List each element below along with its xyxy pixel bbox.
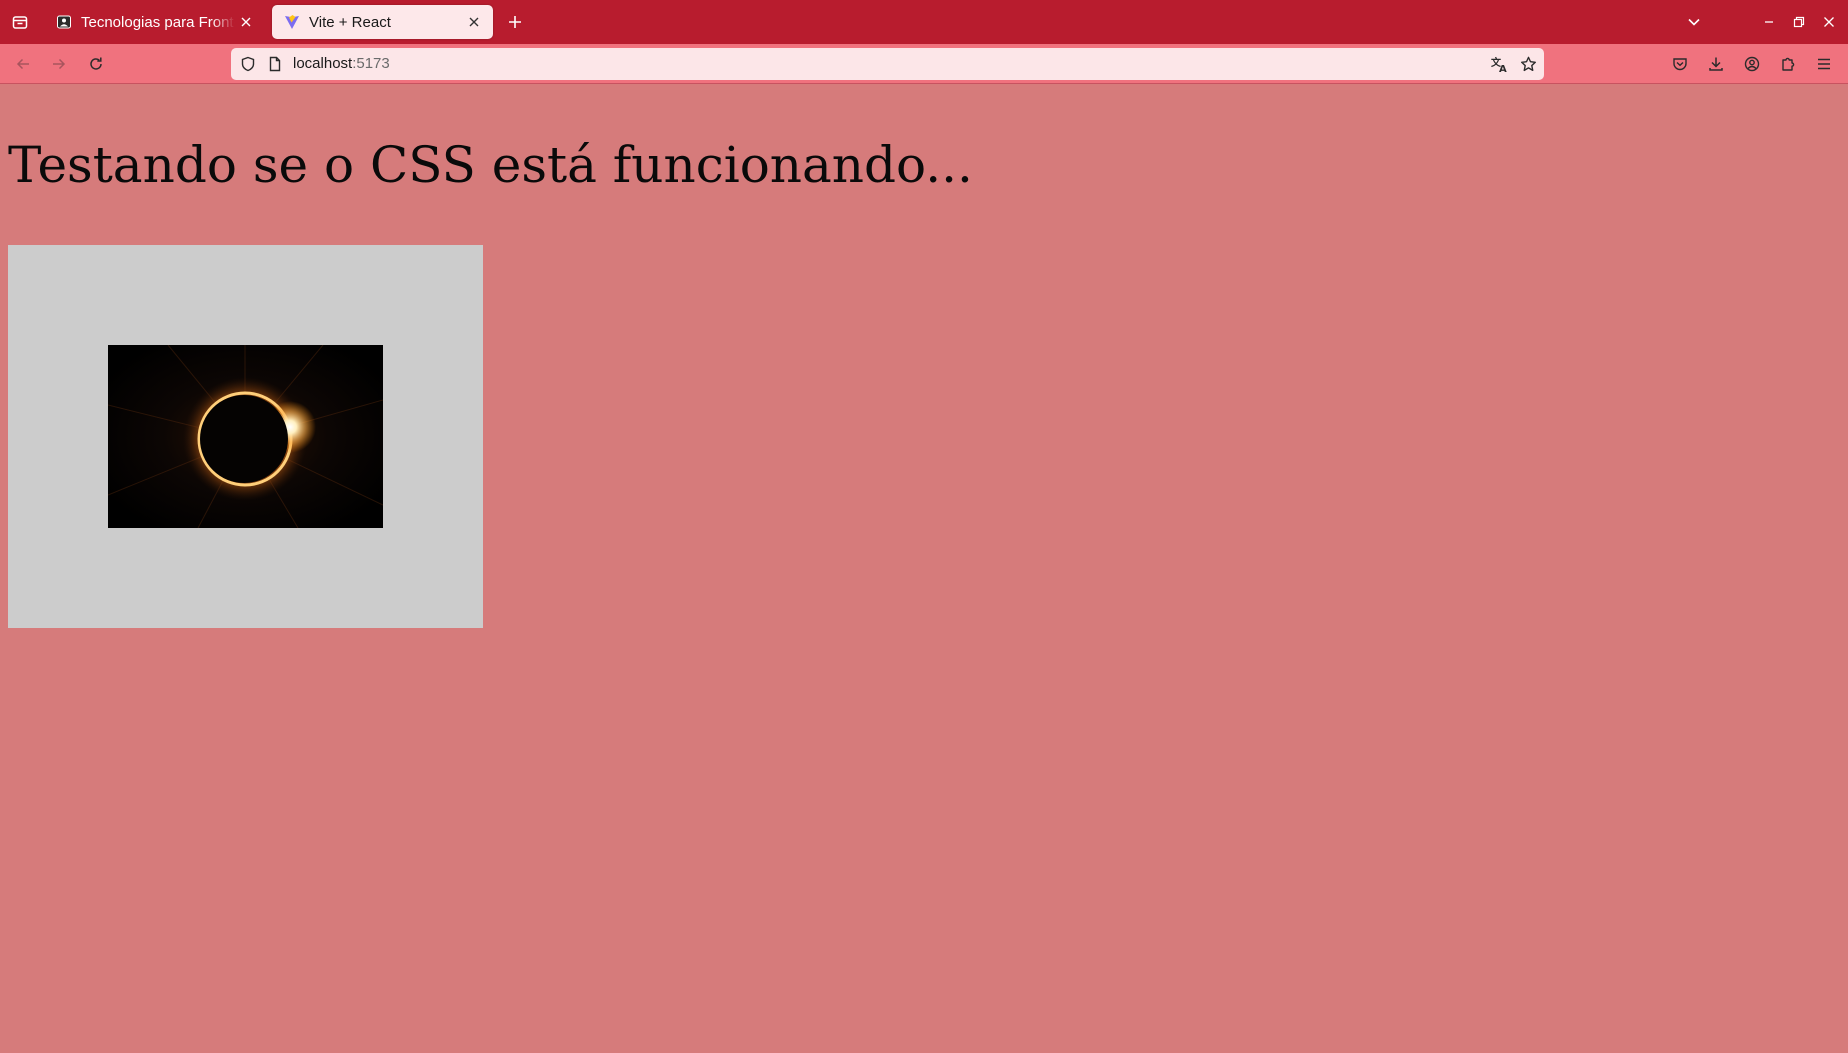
- extensions-button[interactable]: [1774, 50, 1802, 78]
- restore-icon: [1793, 16, 1805, 28]
- url-text[interactable]: localhost:5173: [293, 55, 390, 72]
- account-button[interactable]: [1738, 50, 1766, 78]
- reload-icon: [88, 56, 104, 72]
- shield-icon[interactable]: [239, 55, 257, 73]
- page-heading: Testando se o CSS está funcionando...: [8, 136, 973, 194]
- navigation-toolbar: localhost:5173 文A: [0, 44, 1848, 84]
- tab-strip: Tecnologias para Front-end Vite + React: [0, 0, 1848, 44]
- app-menu-button[interactable]: [1810, 50, 1838, 78]
- forward-arrow-icon: [51, 56, 67, 72]
- extensions-icon: [1780, 56, 1796, 72]
- minimize-button[interactable]: [1756, 9, 1782, 35]
- download-icon: [1708, 56, 1724, 72]
- account-icon: [1744, 56, 1760, 72]
- eclipse-image: [108, 345, 383, 528]
- downloads-button[interactable]: [1702, 50, 1730, 78]
- star-icon[interactable]: [1519, 55, 1537, 73]
- back-button[interactable]: [9, 50, 37, 78]
- back-arrow-icon: [15, 56, 31, 72]
- tab-label: Vite + React: [309, 13, 391, 31]
- tab-label: Tecnologias para Front-end: [81, 13, 235, 31]
- account-favicon-icon: [56, 14, 72, 30]
- list-all-tabs-button[interactable]: [1681, 9, 1707, 35]
- tab-list-icon: [12, 14, 28, 30]
- tab-vite-react[interactable]: Vite + React: [272, 5, 493, 39]
- close-icon: [1823, 16, 1835, 28]
- url-port: :5173: [352, 55, 390, 72]
- close-icon[interactable]: [239, 13, 254, 31]
- image-container: [8, 245, 483, 628]
- address-bar[interactable]: localhost:5173 文A: [231, 48, 1544, 80]
- reload-button[interactable]: [82, 50, 110, 78]
- close-window-button[interactable]: [1816, 9, 1842, 35]
- restore-button[interactable]: [1786, 9, 1812, 35]
- translate-icon[interactable]: 文A: [1491, 55, 1509, 73]
- plus-icon: [508, 15, 522, 29]
- tab-list-button[interactable]: [7, 9, 33, 35]
- minimize-icon: [1763, 16, 1775, 28]
- chevron-down-icon: [1687, 15, 1701, 29]
- pocket-icon: [1672, 56, 1688, 72]
- close-icon[interactable]: [465, 13, 483, 31]
- page-icon[interactable]: [266, 55, 284, 73]
- vite-favicon-icon: [284, 14, 300, 30]
- forward-button[interactable]: [45, 50, 73, 78]
- url-host: localhost: [293, 55, 353, 72]
- menu-icon: [1816, 56, 1832, 72]
- new-tab-button[interactable]: [502, 9, 528, 35]
- tab-front-end[interactable]: Tecnologias para Front-end: [44, 5, 264, 39]
- pocket-button[interactable]: [1666, 50, 1694, 78]
- svg-text:A: A: [1499, 64, 1507, 73]
